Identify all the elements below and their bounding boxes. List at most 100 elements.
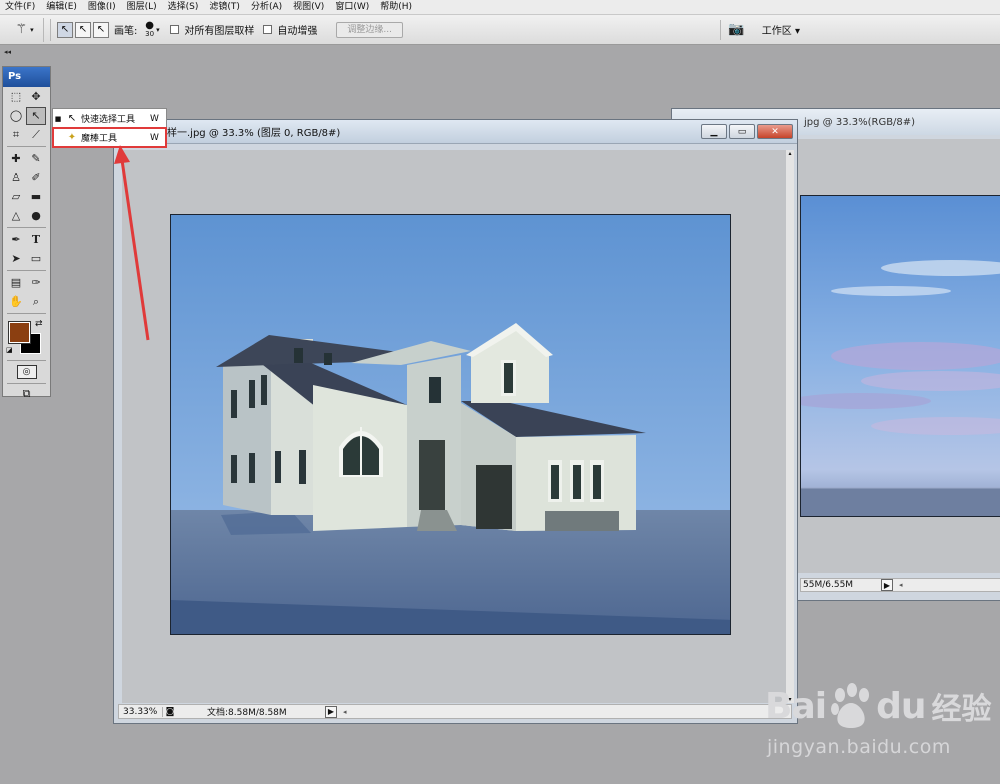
- divider: [7, 227, 46, 228]
- collapse-icon[interactable]: ◂◂: [4, 48, 11, 56]
- status-bar: 55M/6.55M ▶ ◂: [800, 578, 1000, 592]
- toolbox: Ps ⬚ ✥ ◯ ↖ ⌗ ⟋ ✚ ✎ ♙ ✐ ▱ ▬ △ ● ✒ T ➤ ▭ ▤…: [2, 66, 51, 400]
- gradient-icon[interactable]: ▬: [26, 188, 46, 206]
- brush-dot-icon: ●: [145, 19, 154, 31]
- zoom-icon[interactable]: ⌕: [26, 293, 46, 311]
- slice-icon[interactable]: ⟋: [26, 126, 46, 144]
- brush-picker[interactable]: ● 30 ▾: [140, 20, 164, 40]
- foreground-color-swatch[interactable]: [8, 321, 31, 344]
- watermark-brand: Bai: [765, 685, 827, 727]
- add-to-selection-mode-button[interactable]: ↖: [75, 21, 91, 38]
- flyout-item-magic-wand[interactable]: ✦ 魔棒工具 W: [52, 127, 167, 148]
- watermark-product: 经验: [931, 692, 992, 727]
- menu-help[interactable]: 帮助(H): [375, 0, 418, 15]
- workspace-menu[interactable]: 工作区 ▾: [762, 22, 800, 37]
- brush-label: 画笔:: [114, 26, 138, 37]
- house-image: [171, 215, 730, 634]
- color-swatches: ⇄ ◪: [3, 316, 50, 358]
- spot-healing-icon[interactable]: ✚: [6, 150, 26, 168]
- status-menu-arrow-icon[interactable]: ▶: [325, 705, 337, 718]
- menu-filter[interactable]: 滤镜(T): [204, 0, 246, 15]
- marquee-icon[interactable]: ⬚: [6, 88, 26, 106]
- magic-wand-icon: ✦: [67, 132, 77, 143]
- blur-icon[interactable]: △: [6, 207, 26, 225]
- flyout-item-quick-selection[interactable]: ■ ↖ 快速选择工具 W: [53, 109, 166, 128]
- doc-size-text: 文档:8.58M/8.58M: [207, 708, 287, 718]
- shape-icon[interactable]: ▭: [26, 250, 46, 268]
- document-title: 样一.jpg @ 33.3% (图层 0, RGB/8#): [167, 128, 341, 139]
- close-button[interactable]: ✕: [757, 124, 793, 139]
- eyedropper-icon[interactable]: ✑: [26, 274, 46, 292]
- scroll-left-icon[interactable]: ◂: [899, 581, 903, 589]
- scroll-left-icon[interactable]: ◂: [343, 708, 347, 716]
- lasso-icon[interactable]: ◯: [6, 107, 26, 125]
- divider: [7, 383, 46, 384]
- menu-file[interactable]: 文件(F): [0, 0, 41, 15]
- quick-mask-icon[interactable]: ◎: [16, 365, 37, 379]
- status-menu-arrow-icon[interactable]: ▶: [881, 579, 893, 591]
- menu-image[interactable]: 图像(I): [83, 0, 122, 15]
- menu-analysis[interactable]: 分析(A): [246, 0, 288, 15]
- divider: [7, 146, 46, 147]
- divider: [50, 18, 51, 41]
- quick-selection-icon: ↖: [60, 24, 70, 35]
- hand-icon[interactable]: ✋: [6, 293, 26, 311]
- crop-icon[interactable]: ⌗: [6, 126, 26, 144]
- quick-selection-icon[interactable]: ↖: [26, 106, 46, 125]
- toolbox-header: Ps: [3, 67, 50, 87]
- notes-icon[interactable]: ▤: [6, 274, 26, 292]
- eraser-icon[interactable]: ▱: [6, 188, 26, 206]
- screen-mode-icon[interactable]: ⧉: [16, 387, 38, 401]
- maximize-button[interactable]: ▭: [729, 124, 755, 139]
- status-bar: 33.33% ◙ 文档:8.58M/8.58M ▶ ◂: [118, 704, 792, 719]
- baidu-logo: Bai du 经验: [765, 676, 991, 736]
- clone-stamp-icon[interactable]: ♙: [6, 169, 26, 187]
- auto-enhance-checkbox[interactable]: [263, 25, 273, 34]
- quick-selection-subtract-icon: ↖: [96, 24, 106, 35]
- zoom-level[interactable]: 33.33%: [119, 706, 163, 717]
- swap-colors-icon[interactable]: ⇄: [35, 319, 43, 329]
- canvas-area[interactable]: [122, 150, 786, 703]
- divider: [7, 270, 46, 271]
- menu-edit[interactable]: 编辑(E): [41, 0, 83, 15]
- document-window-main[interactable]: 样一.jpg @ 33.3% (图层 0, RGB/8#) ▁ ▭ ✕ ▴ ▾ …: [113, 119, 798, 724]
- vertical-scrollbar[interactable]: ▴ ▾: [786, 150, 794, 703]
- new-selection-mode-button[interactable]: ↖: [57, 21, 73, 38]
- menu-view[interactable]: 视图(V): [288, 0, 330, 15]
- refine-edge-button[interactable]: 调整边缘...: [336, 21, 403, 38]
- brush-icon[interactable]: ✎: [26, 150, 46, 168]
- auto-enhance-label: 自动增强: [277, 26, 318, 37]
- minimize-button[interactable]: ▁: [701, 124, 727, 139]
- sky-photo: [800, 195, 1000, 517]
- options-bar: ⚚ ▾ ↖ ↖ ↖ 画笔: ● 30 ▾ 对所有图层取样 自动增强 调整边缘...…: [0, 15, 1000, 45]
- tool-preset-picker[interactable]: ⚚ ▾: [6, 17, 44, 42]
- quick-selection-add-icon: ↖: [78, 24, 88, 35]
- sample-all-layers-checkbox[interactable]: [170, 25, 180, 34]
- default-colors-icon[interactable]: ◪: [6, 346, 13, 354]
- subtract-selection-mode-button[interactable]: ↖: [93, 21, 109, 38]
- divider: [7, 360, 46, 361]
- dodge-icon[interactable]: ●: [26, 207, 46, 225]
- navigator-icon[interactable]: ◙: [163, 707, 177, 717]
- baidu-jingyan-watermark: Bai du 经验 jingyan.baidu.com: [765, 676, 995, 774]
- watermark-brand-suffix: du: [876, 685, 926, 727]
- doc-size-text: 55M/6.55M: [803, 580, 854, 590]
- move-icon[interactable]: ✥: [26, 88, 46, 106]
- document-title-bar: 样一.jpg @ 33.3% (图层 0, RGB/8#) ▁ ▭ ✕: [114, 120, 797, 144]
- menu-select[interactable]: 选择(S): [163, 0, 205, 15]
- tool-flyout-menu: ■ ↖ 快速选择工具 W ✦ 魔棒工具 W: [52, 108, 167, 148]
- scroll-up-icon[interactable]: ▴: [786, 150, 794, 157]
- menu-layer[interactable]: 图层(L): [122, 0, 163, 15]
- house-photo: [170, 214, 731, 635]
- active-bullet-icon: ■: [54, 114, 62, 123]
- pen-icon[interactable]: ✒: [6, 231, 26, 249]
- flyout-item-shortcut: W: [150, 113, 159, 124]
- watermark-url: jingyan.baidu.com: [767, 736, 951, 758]
- path-selection-icon[interactable]: ➤: [6, 250, 26, 268]
- sample-all-layers-label: 对所有图层取样: [184, 26, 255, 37]
- bridge-icon[interactable]: 📷: [719, 19, 752, 40]
- flyout-item-shortcut: W: [150, 132, 159, 143]
- history-brush-icon[interactable]: ✐: [26, 169, 46, 187]
- type-icon[interactable]: T: [26, 231, 46, 249]
- menu-window[interactable]: 窗口(W): [330, 0, 375, 15]
